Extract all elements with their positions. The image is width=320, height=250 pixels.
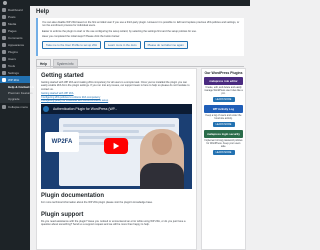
learn-more-button[interactable]: LEARN MORE [212, 122, 235, 127]
setup-2fa-button[interactable]: Take me to the User Profile to set up 2F… [42, 40, 101, 49]
plugin-support-heading: Plugin support [41, 212, 84, 218]
video-title-bar: Authentication Plugin for WordPress (WP.… [41, 104, 192, 114]
learn-more-button[interactable]: LEARN MORE [212, 97, 235, 102]
woocommerce-link[interactable]: Configuring policy for a website with Wo… [41, 99, 108, 102]
sidebar-item-users[interactable]: Users [0, 55, 30, 62]
getting-started-text: Getting started with WP 2FA and making 2… [41, 81, 190, 91]
learn-docs-button[interactable]: Learn more in the docs [104, 40, 141, 49]
plugins-sidebar: Our WordPress Plugins melapress role edi… [201, 68, 246, 250]
tools-icon [2, 63, 6, 68]
sidebar-item-wp-2fa[interactable]: WP 2FA [0, 76, 30, 83]
sidebar-item-settings[interactable]: Settings [0, 69, 30, 76]
help-panel: Getting started Getting started with WP … [36, 68, 197, 250]
video-player[interactable]: WP2FA Authentication Plugin for WordPres… [41, 104, 192, 189]
sidebar-item-posts[interactable]: Posts [0, 13, 30, 20]
notice-text: Have you completed the initial steps? Pl… [42, 35, 120, 39]
collapse-menu-button[interactable]: Collapse menu [0, 103, 30, 110]
collapse-icon [2, 104, 6, 109]
channel-avatar-icon [43, 106, 49, 112]
wp2fa-logo: WP2FA [45, 132, 79, 152]
sidebar-item-comments[interactable]: Comments [0, 34, 30, 41]
role-editor-text: Create, edit, and delete and easily mana… [204, 86, 243, 95]
sidebar-item-dashboard[interactable]: Dashboard [0, 6, 30, 13]
posts-icon [2, 14, 6, 19]
comments-icon [2, 35, 6, 40]
sidebar-item-media[interactable]: Media [0, 20, 30, 27]
dismiss-button[interactable]: Please do not label me again [143, 40, 188, 49]
settings-icon [2, 70, 6, 75]
plugin-documentation-text: For more technical information about the… [41, 201, 153, 204]
learn-more-button[interactable]: LEARN MORE [212, 150, 235, 155]
plugins-sidebar-title: Our WordPress Plugins [204, 71, 243, 75]
sidebar-item-plugins[interactable]: Plugins [0, 48, 30, 55]
wp-2fa-icon [2, 77, 6, 82]
pages-icon [2, 28, 6, 33]
presenter-image [140, 129, 184, 189]
page-title: Help [36, 9, 50, 15]
users-icon [2, 56, 6, 61]
notice-text: You can also disable WP 2FA based on the… [42, 21, 240, 28]
dashboard-icon [2, 7, 6, 12]
login-security-text: Implement strong password policies for W… [204, 139, 243, 148]
role-editor-banner[interactable]: melapress role editor [204, 77, 243, 85]
activity-log-banner[interactable]: WP Activity Log [204, 105, 243, 113]
sidebar-item-pages[interactable]: Pages [0, 27, 30, 34]
video-title: Authentication Plugin for WordPress (WP.… [53, 107, 118, 111]
wordpress-logo-icon[interactable] [3, 1, 7, 5]
media-icon [2, 21, 6, 26]
sidebar-item-appearance[interactable]: Appearance [0, 41, 30, 48]
info-notice: You can also disable WP 2FA based on the… [36, 18, 244, 56]
notice-text: Easier to enforce the plugin to start or… [42, 29, 197, 33]
plugin-documentation-heading: Plugin documentation [41, 193, 104, 199]
sidebar-item-tools[interactable]: Tools [0, 62, 30, 69]
play-icon [113, 142, 120, 150]
admin-sidebar: Dashboard Posts Media Pages Comments App… [0, 6, 34, 250]
login-security-banner[interactable]: melapress login security [204, 130, 243, 138]
play-button[interactable] [104, 138, 128, 154]
plugins-icon [2, 49, 6, 54]
divider [36, 66, 244, 67]
getting-started-heading: Getting started [41, 73, 84, 79]
activity-log-text: Keep a log of users and under the hood s… [205, 114, 242, 120]
main-content: Help You can also disable WP 2FA based o… [30, 6, 250, 250]
plugin-support-text: Do you need assistance with the plugin? … [41, 220, 186, 227]
submenu-upgrade[interactable]: Upgrade [0, 96, 30, 102]
appearance-icon [2, 42, 6, 47]
wp-2fa-submenu: Help & Contact Us Premium Features Upgra… [0, 83, 34, 103]
